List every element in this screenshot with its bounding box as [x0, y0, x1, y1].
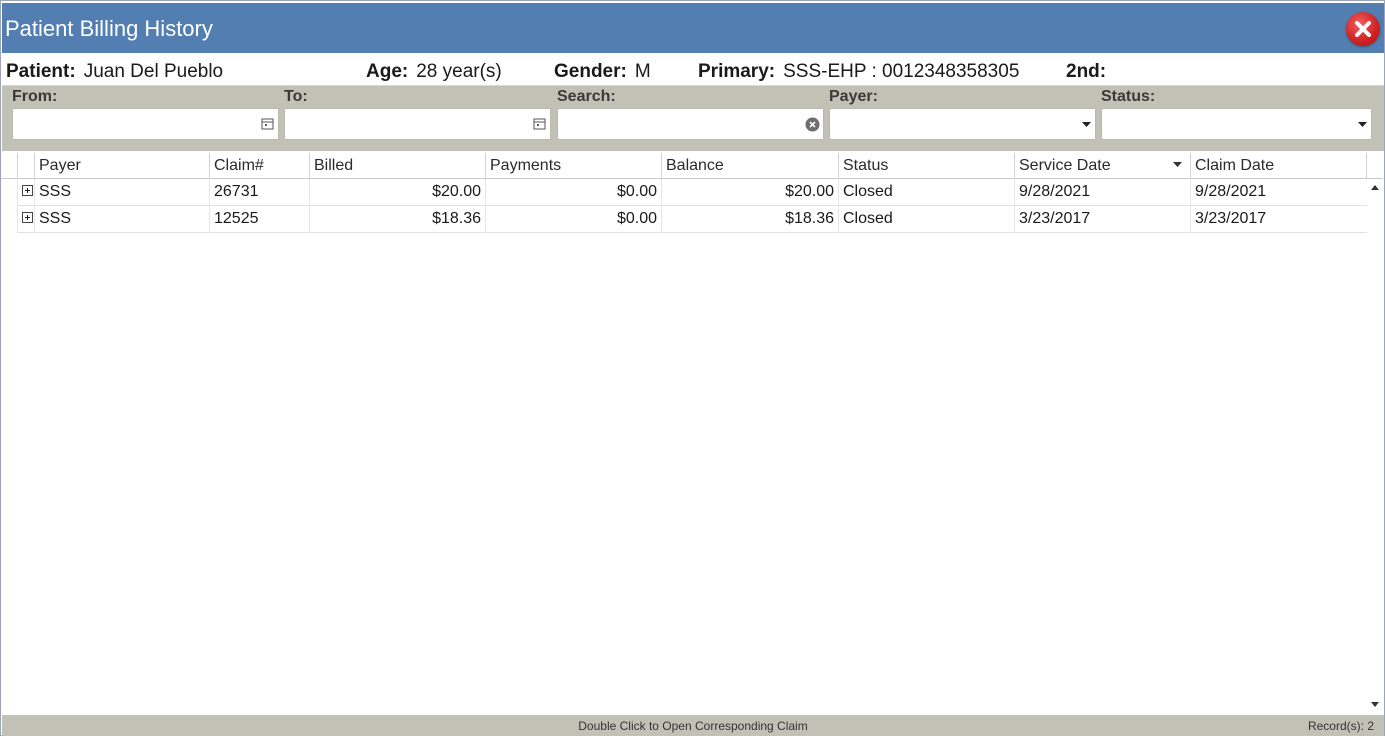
patient-label: Patient: [6, 61, 76, 82]
header-status[interactable]: Status [838, 153, 1014, 179]
expand-row-icon[interactable] [22, 185, 33, 196]
age-label: Age: [366, 61, 409, 82]
cell-balance: $20.00 [661, 179, 838, 206]
record-count: Record(s): 2 [1307, 719, 1374, 733]
expand-row-icon[interactable] [22, 212, 33, 223]
age-field: Age: 28 year(s) [366, 61, 502, 83]
scroll-up-arrow-icon[interactable] [1371, 185, 1379, 190]
gender-field: Gender: M [554, 61, 651, 83]
cell-billed: $18.36 [309, 206, 485, 233]
age-value: 28 year(s) [416, 61, 502, 82]
table-row[interactable]: SSS 26731 $20.00 $0.00 $20.00 Closed 9/2… [17, 179, 1367, 206]
search-filter: Search: [557, 88, 824, 140]
header-payments[interactable]: Payments [485, 153, 661, 179]
header-balance[interactable]: Balance [661, 153, 838, 179]
cell-status: Closed [838, 179, 1014, 206]
header-expand-column [17, 153, 34, 179]
secondary-insurance-field: 2nd: [1066, 61, 1114, 83]
calendar-icon[interactable] [533, 117, 546, 130]
cell-claim-number: 26731 [209, 179, 309, 206]
to-label: To: [284, 88, 308, 105]
search-input[interactable] [557, 108, 824, 140]
scroll-down-arrow-icon[interactable] [1371, 702, 1379, 707]
gender-value: M [634, 61, 651, 82]
status-filter: Status: [1101, 88, 1372, 140]
status-hint: Double Click to Open Corresponding Claim [578, 719, 808, 733]
payer-label: Payer: [829, 88, 878, 105]
patient-field: Patient: Juan Del Pueblo [6, 61, 223, 83]
cell-payments: $0.00 [485, 206, 661, 233]
grid-header: Payer Claim# Billed Payments Balance Sta… [1, 153, 1383, 179]
cell-billed: $20.00 [309, 179, 485, 206]
header-service-date-label: Service Date [1019, 157, 1111, 174]
patient-info-bar: Patient: Juan Del Pueblo Age: 28 year(s) G… [2, 54, 1384, 86]
secondary-label: 2nd: [1066, 61, 1107, 82]
close-button[interactable] [1346, 12, 1380, 46]
cell-status: Closed [838, 206, 1014, 233]
expand-cell[interactable] [17, 206, 34, 233]
status-select[interactable] [1101, 108, 1372, 140]
from-label: From: [12, 88, 58, 105]
cell-balance: $18.36 [661, 206, 838, 233]
patient-name: Juan Del Pueblo [83, 61, 224, 82]
cell-service-date: 9/28/2021 [1014, 179, 1190, 206]
table-row[interactable]: SSS 12525 $18.36 $0.00 $18.36 Closed 3/2… [17, 206, 1367, 233]
payer-select[interactable] [829, 108, 1096, 140]
cell-payer: SSS [34, 179, 209, 206]
title-bar: Patient Billing History [2, 3, 1384, 53]
from-date-input[interactable] [12, 108, 279, 140]
primary-value: SSS-EHP : 0012348358305 [783, 61, 1020, 82]
chevron-down-icon[interactable] [1358, 122, 1367, 128]
to-date-input[interactable] [284, 108, 551, 140]
header-service-date[interactable]: Service Date [1014, 153, 1190, 179]
header-billed[interactable]: Billed [309, 153, 485, 179]
cell-claim-date: 9/28/2021 [1190, 179, 1367, 206]
filter-bar: From: To: Search: Payer: Status: [2, 86, 1384, 151]
expand-cell[interactable] [17, 179, 34, 206]
status-label: Status: [1101, 88, 1156, 105]
header-claim-date[interactable]: Claim Date [1190, 153, 1367, 179]
window-title: Patient Billing History [5, 16, 213, 41]
cell-payments: $0.00 [485, 179, 661, 206]
to-filter: To: [284, 88, 551, 140]
cell-service-date: 3/23/2017 [1014, 206, 1190, 233]
calendar-icon[interactable] [261, 117, 274, 130]
chevron-down-icon[interactable] [1082, 122, 1091, 128]
header-payer[interactable]: Payer [34, 153, 209, 179]
primary-label: Primary: [698, 61, 776, 82]
search-label: Search: [557, 88, 616, 105]
header-claim-number[interactable]: Claim# [209, 153, 309, 179]
cell-payer: SSS [34, 206, 209, 233]
clear-search-icon[interactable] [805, 117, 820, 132]
gender-label: Gender: [554, 61, 627, 82]
primary-insurance-field: Primary: SSS-EHP : 0012348358305 [698, 61, 1019, 83]
cell-claim-date: 3/23/2017 [1190, 206, 1367, 233]
cell-claim-number: 12525 [209, 206, 309, 233]
status-bar: Double Click to Open Corresponding Claim… [2, 715, 1384, 736]
sort-descending-icon [1173, 162, 1182, 167]
close-icon [1355, 21, 1371, 37]
from-filter: From: [12, 88, 279, 140]
vertical-scrollbar[interactable] [1367, 179, 1384, 713]
billing-history-window: Patient Billing History Patient: Juan Del… [0, 0, 1385, 736]
payer-filter: Payer: [829, 88, 1096, 140]
